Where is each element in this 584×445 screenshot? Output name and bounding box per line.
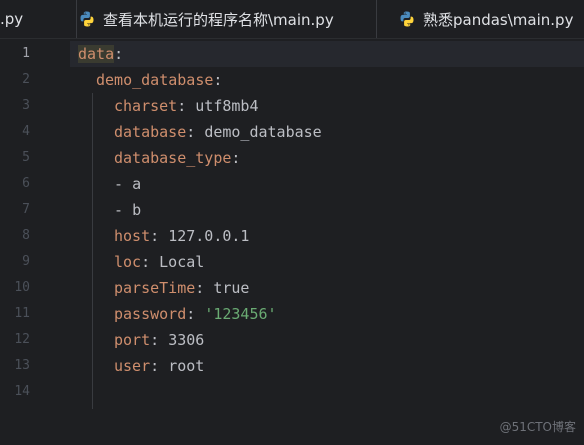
yaml-value: 127.0.0.1 (168, 227, 250, 245)
yaml-key: user (114, 357, 151, 375)
yaml-separator: : (114, 45, 124, 63)
code-line[interactable]: 7 - b (0, 197, 584, 223)
line-number: 3 (22, 98, 30, 113)
yaml-key: password (114, 305, 187, 323)
tab-label: 查看本机运行的程序名称\main.py (103, 10, 334, 29)
yaml-separator: : (186, 305, 205, 323)
code-line[interactable]: 4 database: demo_database (0, 119, 584, 145)
yaml-separator: : (150, 227, 169, 245)
tab-divider (76, 0, 77, 38)
line-number: 12 (14, 332, 30, 347)
yaml-value: true (213, 279, 250, 297)
yaml-key: demo_database (96, 71, 214, 89)
python-icon (400, 11, 414, 27)
yaml-value: utf8mb4 (195, 97, 259, 115)
line-number: 8 (22, 228, 30, 243)
yaml-key: parseTime (114, 279, 196, 297)
yaml-key: port (114, 331, 151, 349)
line-number: 4 (22, 124, 30, 139)
line-number: 9 (22, 254, 30, 269)
code-editor[interactable]: 1 data: 2 demo_database: 3 charset: utf8… (0, 39, 584, 445)
yaml-separator: : (141, 253, 160, 271)
yaml-key: data (78, 45, 115, 63)
code-line[interactable]: 11 password: '123456' (0, 301, 584, 327)
yaml-value: Local (159, 253, 205, 271)
yaml-separator: : (195, 279, 214, 297)
yaml-value: a (132, 175, 142, 193)
code-line[interactable]: 3 charset: utf8mb4 (0, 93, 584, 119)
line-number: 7 (22, 202, 30, 217)
yaml-key: host (114, 227, 151, 245)
tab-divider (376, 0, 377, 38)
yaml-separator: : (177, 97, 196, 115)
yaml-separator: : (150, 357, 169, 375)
yaml-key: loc (114, 253, 142, 271)
yaml-value: b (132, 201, 142, 219)
code-line[interactable]: 10 parseTime: true (0, 275, 584, 301)
code-line[interactable]: 8 host: 127.0.0.1 (0, 223, 584, 249)
line-number: 6 (22, 176, 30, 191)
line-number: 14 (14, 384, 30, 399)
tab-partial-py[interactable]: .py (0, 0, 23, 38)
code-line[interactable]: 14 (0, 379, 584, 405)
yaml-string-value: '123456' (204, 305, 277, 323)
line-number: 13 (14, 358, 30, 373)
code-line[interactable]: 13 user: root (0, 353, 584, 379)
yaml-key: database (114, 123, 187, 141)
code-line[interactable]: 6 - a (0, 171, 584, 197)
code-line[interactable]: 5 database_type: (0, 145, 584, 171)
python-icon (80, 11, 94, 27)
yaml-separator: : (231, 149, 241, 167)
tab-process-names-main-py[interactable]: 查看本机运行的程序名称\main.py (78, 0, 334, 38)
yaml-list-dash: - (114, 201, 133, 219)
code-line[interactable]: 2 demo_database: (0, 67, 584, 93)
yaml-value: root (168, 357, 205, 375)
line-number: 2 (22, 72, 30, 87)
yaml-key: charset (114, 97, 178, 115)
code-line[interactable]: 12 port: 3306 (0, 327, 584, 353)
code-line[interactable]: 1 data: (0, 41, 584, 67)
tab-label: .py (0, 10, 24, 28)
line-number: 11 (14, 306, 30, 321)
yaml-separator: : (150, 331, 169, 349)
line-number: 10 (14, 280, 30, 295)
yaml-value: demo_database (204, 123, 322, 141)
yaml-list-dash: - (114, 175, 133, 193)
tab-label: 熟悉pandas\main.py (423, 10, 574, 29)
yaml-key: database_type (114, 149, 232, 167)
tab-pandas-main-py[interactable]: 熟悉pandas\main.py (398, 0, 573, 38)
yaml-value: 3306 (168, 331, 205, 349)
watermark: @51CTO博客 (499, 420, 576, 434)
line-number: 1 (22, 46, 30, 61)
yaml-separator: : (186, 123, 205, 141)
editor-tab-bar: .py 查看本机运行的程序名称\main.py 熟悉pandas\main.py (0, 0, 584, 39)
line-number: 5 (22, 150, 30, 165)
yaml-separator: : (213, 71, 223, 89)
code-line[interactable]: 9 loc: Local (0, 249, 584, 275)
